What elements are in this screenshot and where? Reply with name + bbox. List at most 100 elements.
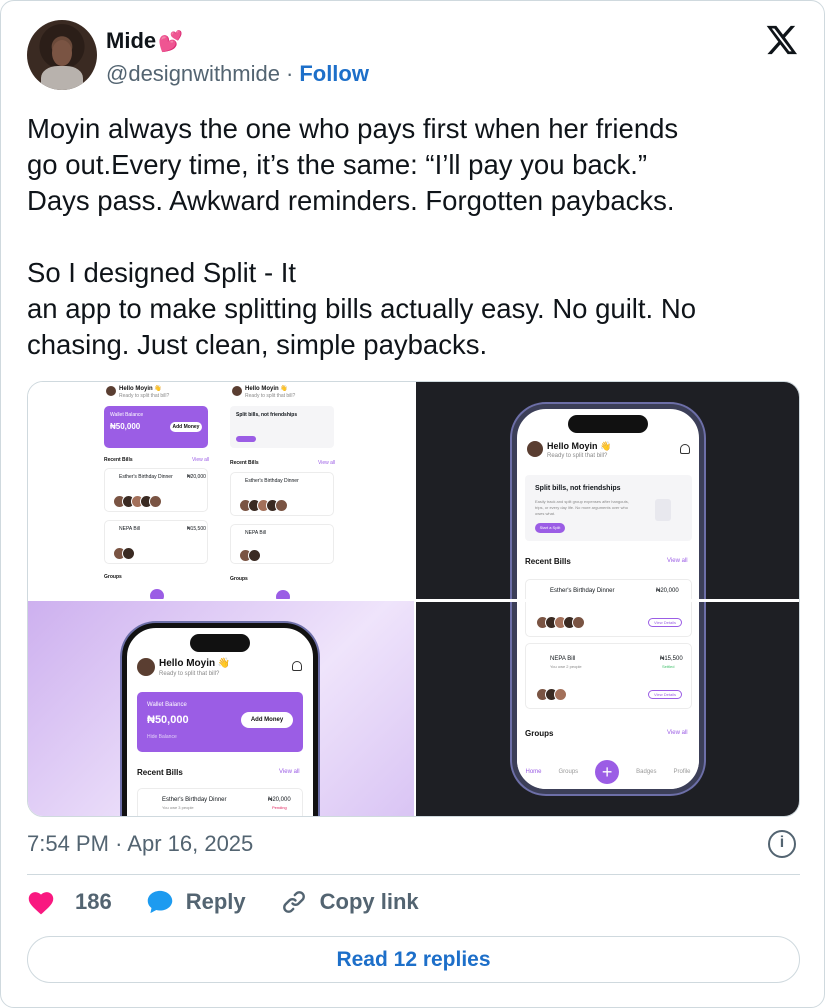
mockup-plus-2 — [276, 590, 290, 599]
media-grid[interactable]: Hello Moyin 👋 Ready to split that bill? … — [27, 381, 800, 817]
mockup-groups-2: Groups — [230, 576, 248, 582]
mockup-bill-1-title: Esther's Birthday Dinner — [119, 474, 173, 480]
phone-bill-2-action: View Details — [648, 690, 682, 699]
phone-wallet-label: Wallet Balance — [147, 702, 187, 708]
mockup-wallet: Wallet Balance ₦50,000 Add Money — [104, 406, 208, 448]
mockup-bill-4: NEPA Bill — [230, 524, 334, 564]
mockup-view-all: View all — [192, 457, 210, 463]
nav-home: Home — [525, 769, 542, 775]
tweet-timestamp[interactable]: 7:54 PM · Apr 16, 2025 — [27, 831, 253, 857]
mockup-recent-bills-2: Recent Bills — [230, 460, 259, 466]
phone-split-title: Split bills, not friendships — [535, 485, 621, 492]
phone-bill-1-action: View Details — [648, 618, 682, 627]
media-tile-screens[interactable]: Hello Moyin 👋 Ready to split that bill? … — [28, 382, 414, 599]
mockup-view-all-2: View all — [318, 460, 336, 466]
action-bar: 186 Reply Copy link — [27, 889, 453, 915]
phone-view-all: View all — [667, 558, 688, 564]
mockup-groups: Groups — [104, 574, 122, 580]
phone-split-button: Start a Split — [535, 523, 565, 533]
phone-avatar — [527, 441, 543, 457]
copy-link-label: Copy link — [319, 889, 419, 914]
info-icon[interactable]: i — [768, 830, 796, 858]
phone-sub-2: Ready to split that bill? — [159, 671, 220, 677]
like-button[interactable]: 186 — [27, 889, 112, 915]
handle-separator: · — [285, 61, 294, 86]
phone-avatar-2 — [137, 658, 155, 676]
phone-bill-2-title: NEPA Bill — [550, 656, 576, 662]
mockup-split-title: Split bills, not friendships — [236, 412, 298, 418]
mockup-split-btn — [236, 436, 256, 442]
phone-bill-3-amount: ₦20,000 — [268, 797, 291, 803]
mockup-bill-3: Esther's Birthday Dinner — [230, 472, 334, 516]
phone-bill-3-title: Esther's Birthday Dinner — [162, 797, 227, 803]
phone-bill-3: Esther's Birthday Dinner You owe 3 peopl… — [137, 788, 303, 816]
phone-bill-1-title: Esther's Birthday Dinner — [550, 588, 615, 594]
mockup-bill-2: NEPA Bill ₦15,500 — [104, 520, 208, 564]
phone-groups-view-all: View all — [667, 730, 688, 736]
follow-link[interactable]: Follow — [299, 61, 369, 87]
phone-bill-2: NEPA Bill You owe 2 people ₦15,500 Settl… — [525, 643, 692, 709]
nav-profile: Profile — [673, 769, 691, 775]
tweet-card: Mide 💕 @designwithmide · Follow Moyin al… — [0, 0, 825, 1008]
phone-bill-2-sub: You owe 2 people — [550, 664, 582, 669]
copy-link-button[interactable]: Copy link — [280, 889, 419, 915]
mockup-plus — [150, 589, 164, 599]
phone-recent-bills: Recent Bills — [525, 557, 571, 566]
mockup-recent-bills: Recent Bills — [104, 457, 133, 463]
phone-greeting: Hello Moyin 👋 — [547, 441, 612, 451]
reply-button[interactable]: Reply — [146, 889, 246, 915]
mockup-screen-right: Hello Moyin 👋 Ready to split that bill? … — [226, 382, 342, 599]
link-icon — [282, 891, 305, 913]
media-divider — [416, 599, 799, 602]
author-handle[interactable]: @designwithmide — [106, 61, 280, 87]
phone-wallet-amount: ₦50,000 — [147, 714, 189, 726]
like-count: 186 — [75, 889, 112, 914]
handle-row: @designwithmide · Follow — [106, 61, 369, 87]
phone-bill-2-amount: ₦15,500 — [660, 656, 683, 662]
mockup-wallet-amount: ₦50,000 — [110, 422, 141, 431]
phone-split-card: Split bills, not friendships Easily trac… — [525, 475, 692, 541]
mockup-sub: Ready to split that bill? — [119, 393, 170, 399]
reply-bubble-icon — [147, 890, 172, 914]
phone-add-money: Add Money — [241, 712, 293, 728]
nav-groups: Groups — [558, 769, 579, 775]
tweet-time[interactable]: 7:54 PM — [27, 831, 109, 856]
mockup-greeting: Hello Moyin 👋 — [119, 386, 162, 392]
phone-bill-1-amount: ₦20,000 — [656, 588, 679, 594]
phone-hide-balance: Hide Balance — [147, 734, 177, 740]
phone-greeting-2: Hello Moyin 👋 — [159, 658, 231, 669]
mockup-bill-4-title: NEPA Bill — [245, 530, 267, 536]
phone-notch-2 — [190, 634, 250, 652]
mockup-greeting-2: Hello Moyin 👋 — [245, 386, 288, 392]
divider — [27, 874, 800, 875]
author-name-row[interactable]: Mide 💕 — [106, 28, 183, 54]
heart-icon — [28, 892, 54, 915]
mockup-bill-1-amount: ₦20,000 — [187, 474, 206, 480]
timestamp-separator: · — [115, 831, 123, 856]
mockup-bill-2-amount: ₦15,500 — [187, 526, 206, 532]
phone-bill-2-status: Settled — [662, 664, 675, 669]
phone-notch — [568, 415, 648, 433]
mockup-sub-2: Ready to split that bill? — [245, 393, 296, 399]
phone-bottom-nav: Home Groups + Badges Profile — [517, 755, 699, 789]
mockup-split-card: Split bills, not friendships — [230, 406, 334, 448]
author-name[interactable]: Mide — [106, 28, 156, 54]
read-replies-button[interactable]: Read 12 replies — [27, 936, 800, 983]
phone-wallet: Wallet Balance ₦50,000 Hide Balance Add … — [137, 692, 303, 752]
phone-groups: Groups — [525, 729, 554, 738]
x-logo-icon[interactable] — [763, 23, 799, 57]
read-replies-label: Read 12 replies — [336, 947, 491, 971]
phone-bill-3-status: Pending — [272, 805, 287, 810]
mockup-bill-2-title: NEPA Bill — [119, 526, 141, 532]
mockup-bill-1: Esther's Birthday Dinner ₦20,000 — [104, 468, 208, 512]
tweet-date[interactable]: Apr 16, 2025 — [127, 831, 253, 856]
bell-icon — [680, 444, 690, 454]
media-tile-phone-purple[interactable]: Hello Moyin 👋 Ready to split that bill? … — [28, 601, 414, 816]
mockup-add-money: Add Money — [170, 422, 202, 432]
phone-recent-bills-2: Recent Bills — [137, 768, 183, 777]
mockup-wallet-label: Wallet Balance — [110, 412, 144, 418]
avatar[interactable] — [27, 20, 97, 90]
phone-sub: Ready to split that bill? — [547, 453, 608, 459]
avatar-body — [41, 66, 83, 90]
mockup-screen-left: Hello Moyin 👋 Ready to split that bill? … — [100, 382, 216, 599]
